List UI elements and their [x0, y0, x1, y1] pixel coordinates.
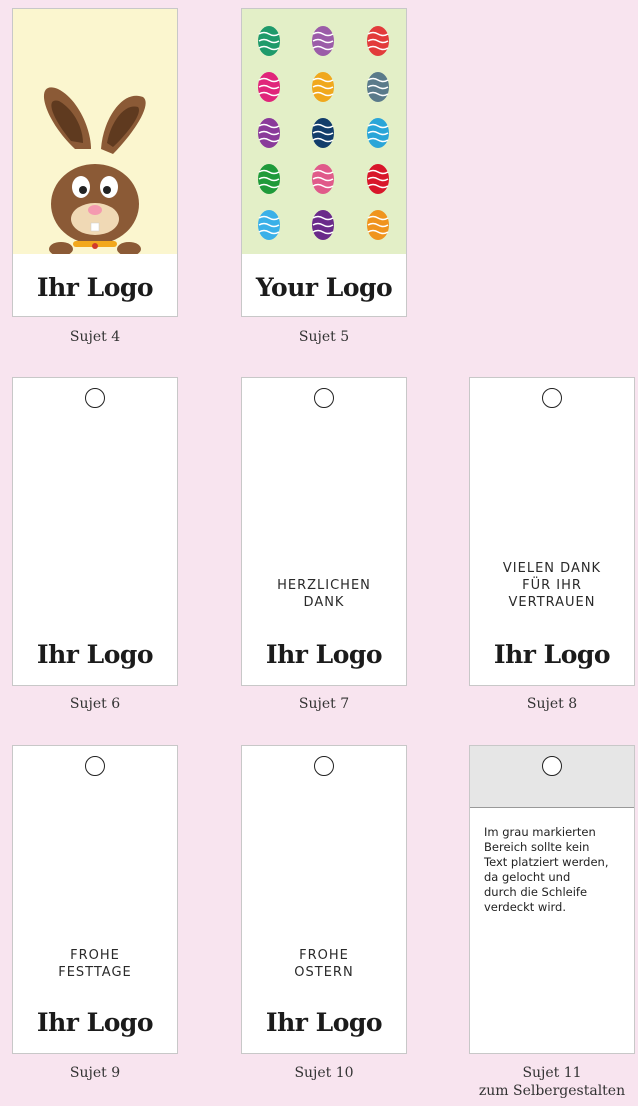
tag-sujet-4[interactable]: Ihr Logo — [12, 8, 178, 317]
message-line: FÜR IHR — [522, 578, 582, 593]
message-line: FESTTAGE — [58, 965, 132, 980]
punch-hole — [542, 388, 562, 408]
caption-sujet-11: Sujet 11 zum Selbergestalten — [469, 1064, 635, 1100]
punch-hole — [542, 756, 562, 776]
tag-message: FROHE FESTTAGE — [13, 947, 177, 981]
tag-sujet-8[interactable]: VIELEN DANK FÜR IHR VERTRAUEN Ihr Logo — [469, 377, 635, 686]
message-line: DANK — [303, 595, 345, 610]
instruction-line: Bereich sollte kein — [484, 840, 590, 854]
tag-sujet-5[interactable]: Your Logo — [241, 8, 407, 317]
message-line: VIELEN DANK — [502, 561, 602, 576]
message-line: OSTERN — [294, 965, 354, 980]
message-line: HERZLICHEN — [277, 578, 371, 593]
tag-message: HERZLICHEN DANK — [242, 577, 406, 611]
logo-placeholder: Ihr Logo — [36, 640, 154, 669]
message-line: VERTRAUEN — [508, 595, 596, 610]
tag-sujet-11[interactable]: Im grau markierten Bereich sollte kein T… — [469, 745, 635, 1054]
logo-placeholder: Ihr Logo — [493, 640, 611, 669]
message-line: FROHE — [299, 948, 349, 963]
caption-line: Sujet 11 — [522, 1065, 582, 1081]
instruction-line: da gelocht und — [484, 870, 571, 884]
punch-hole — [85, 756, 105, 776]
tag-sujet-10[interactable]: FROHE OSTERN Ihr Logo — [241, 745, 407, 1054]
tag-sujet-7[interactable]: HERZLICHEN DANK Ihr Logo — [241, 377, 407, 686]
punch-hole — [314, 756, 334, 776]
tag-message: VIELEN DANK FÜR IHR VERTRAUEN — [470, 560, 634, 611]
logo-placeholder: Your Logo — [255, 273, 393, 302]
caption-sujet-9: Sujet 9 — [69, 1065, 121, 1081]
instruction-text: Im grau markierten Bereich sollte kein T… — [484, 825, 629, 915]
instruction-line: Text platziert werden, — [484, 855, 609, 869]
logo-placeholder: Ihr Logo — [265, 640, 383, 669]
caption-sujet-6: Sujet 6 — [69, 696, 121, 712]
caption-sujet-10: Sujet 10 — [294, 1065, 354, 1081]
instruction-line: durch die Schleife — [484, 885, 588, 899]
instruction-line: Im grau markierten — [484, 825, 596, 839]
caption-sujet-7: Sujet 7 — [298, 696, 350, 712]
caption-sujet-4: Sujet 4 — [69, 329, 121, 345]
message-line: FROHE — [70, 948, 120, 963]
instruction-line: verdeckt wird. — [484, 900, 567, 914]
tag-message: FROHE OSTERN — [242, 947, 406, 981]
tag-sujet-6[interactable]: Ihr Logo — [12, 377, 178, 686]
logo-placeholder: Ihr Logo — [36, 273, 154, 302]
caption-subline: zum Selbergestalten — [478, 1083, 626, 1099]
tag-sujet-9[interactable]: FROHE FESTTAGE Ihr Logo — [12, 745, 178, 1054]
bunny-illustration — [13, 9, 177, 254]
logo-placeholder: Ihr Logo — [36, 1008, 154, 1037]
punch-hole — [85, 388, 105, 408]
caption-sujet-5: Sujet 5 — [298, 329, 350, 345]
caption-sujet-8: Sujet 8 — [526, 696, 578, 712]
easter-eggs-pattern — [242, 9, 406, 254]
logo-placeholder: Ihr Logo — [265, 1008, 383, 1037]
punch-hole — [314, 388, 334, 408]
